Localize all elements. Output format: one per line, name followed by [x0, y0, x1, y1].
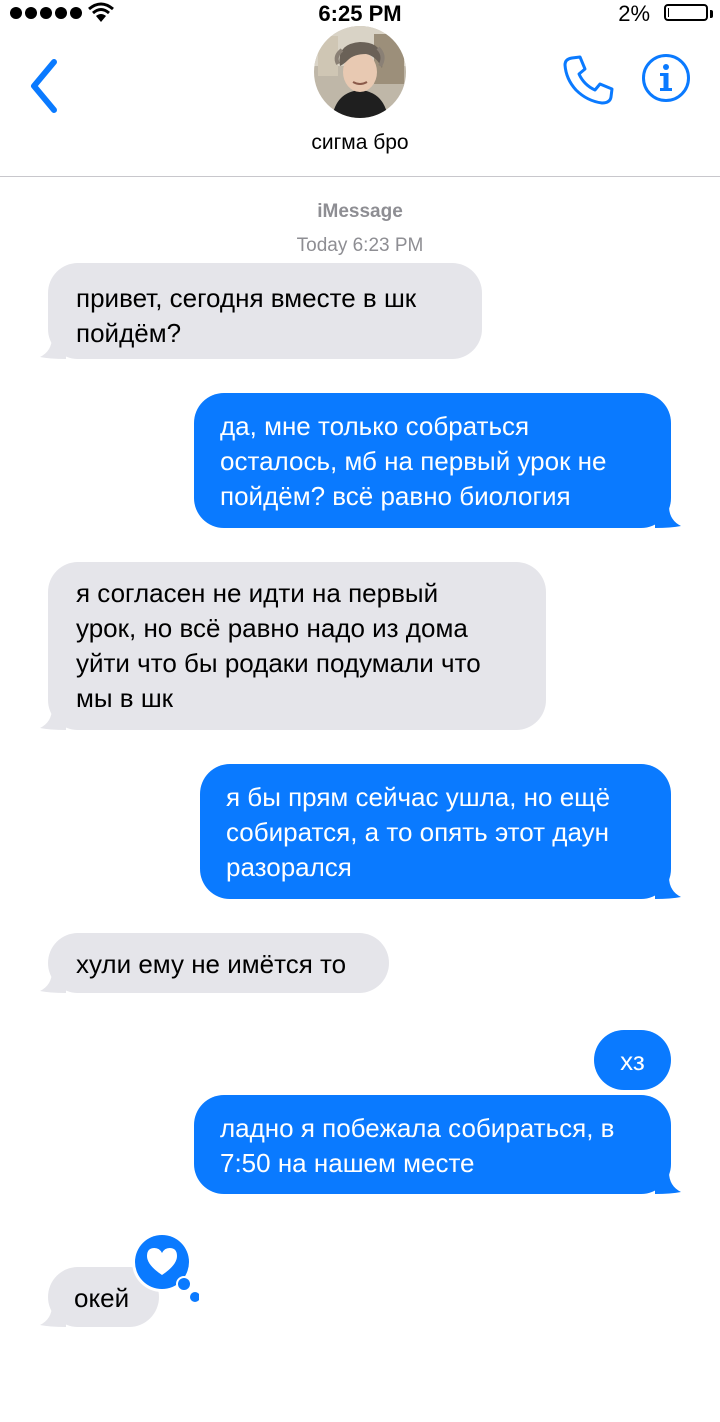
phone-icon[interactable] [560, 52, 616, 108]
battery-icon [664, 4, 708, 21]
incoming-message[interactable]: хули ему не имётся то [40, 933, 389, 993]
bubble-tail [40, 1305, 66, 1327]
message-line: я бы прям сейчас ушла, но ещё [226, 782, 611, 812]
message-line: привет, сегодня вместе в шк [76, 283, 417, 313]
outgoing-message[interactable]: ладно я побежала собираться, в 7:50 на н… [194, 1095, 681, 1194]
message-line: 7:50 на нашем месте [220, 1148, 475, 1178]
battery-percent: 2% [618, 1, 650, 26]
conversation-header: сигма бро [0, 26, 720, 177]
outgoing-message[interactable]: хз [594, 1030, 671, 1090]
info-icon[interactable] [640, 52, 692, 104]
battery-nub [710, 10, 713, 18]
bubble-tail [40, 971, 66, 993]
bubble-tail [655, 1172, 681, 1194]
message-line: урок, но всё равно надо из дома [76, 613, 468, 643]
contact-avatar[interactable] [314, 26, 406, 118]
status-bar: 6:25 PM 2% [0, 0, 720, 26]
incoming-message[interactable]: привет, сегодня вместе в шк пойдём? [40, 263, 482, 359]
message-line: ладно я побежала собираться, в [220, 1113, 615, 1143]
outgoing-message[interactable]: я бы прям сейчас ушла, но ещё собиратся,… [200, 764, 681, 899]
message-line: пойдём? [76, 318, 182, 348]
bubble-tail [655, 506, 681, 528]
message-line: я согласен не идти на первый [76, 578, 439, 608]
outgoing-message[interactable]: да, мне только собраться осталось, мб на… [194, 393, 681, 528]
message-line: мы в шк [76, 683, 174, 713]
service-label: iMessage [317, 201, 403, 222]
message-line: хули ему не имётся то [76, 949, 347, 979]
message-line: собиратся, а то опять этот даун [226, 817, 609, 847]
message-line: да, мне только собраться [220, 411, 530, 441]
contact-name[interactable]: сигма бро [0, 131, 720, 155]
message-line: осталось, мб на первый урок не [220, 446, 607, 476]
message-line: уйти что бы родаки подумали что [76, 648, 481, 678]
message-line: разорался [226, 852, 352, 882]
status-time: 6:25 PM [318, 1, 402, 26]
bubble-tail [655, 877, 681, 899]
incoming-message[interactable]: я согласен не идти на первый урок, но вс… [40, 562, 546, 730]
bubble-tail [40, 708, 66, 730]
message-line: хз [620, 1046, 645, 1076]
back-chevron-icon[interactable] [26, 56, 66, 116]
message-line: пойдём? всё равно биология [220, 481, 571, 511]
thread-timestamp: Today 6:23 PM [296, 235, 424, 256]
heart-icon[interactable] [131, 1231, 199, 1303]
bubble-tail [40, 337, 66, 359]
